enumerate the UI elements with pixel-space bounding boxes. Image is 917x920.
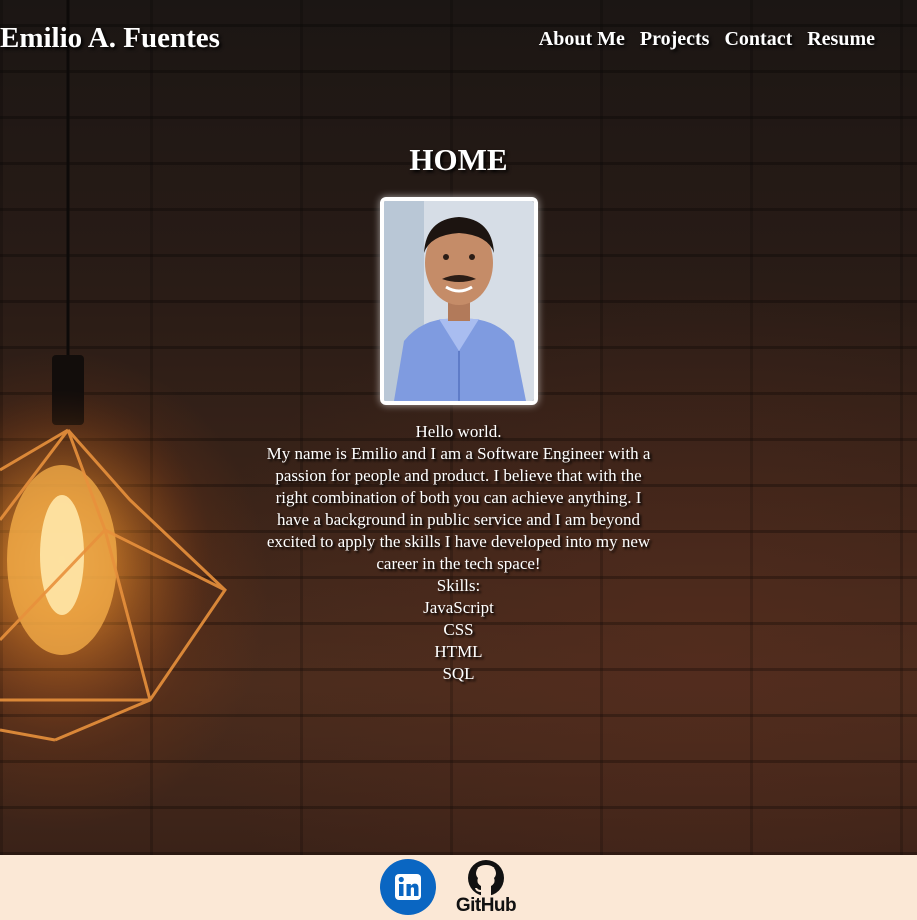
nav-link-resume[interactable]: Resume: [807, 28, 875, 51]
skill-item: SQL: [442, 664, 475, 683]
github-icon: [468, 860, 504, 896]
home-section: HOME Hello world. My name is Emilio and …: [0, 140, 917, 685]
linkedin-link[interactable]: [380, 859, 436, 915]
profile-photo: [379, 197, 538, 405]
main-nav: About Me Projects Contact Resume: [539, 28, 875, 51]
github-label: GitHub: [455, 895, 517, 916]
skills-heading: Skills:: [436, 576, 481, 595]
skill-item: HTML: [434, 642, 483, 661]
skill-item: CSS: [443, 620, 474, 639]
linkedin-icon: [380, 859, 436, 915]
page-title: HOME: [409, 142, 508, 177]
nav-link-projects[interactable]: Projects: [640, 28, 710, 51]
skill-item: JavaScript: [423, 598, 494, 617]
site-header: Emilio A. Fuentes About Me Projects Cont…: [0, 0, 917, 80]
nav-link-contact[interactable]: Contact: [724, 28, 792, 51]
brand-name[interactable]: Emilio A. Fuentes: [0, 22, 220, 55]
nav-link-about-me[interactable]: About Me: [539, 28, 625, 51]
bio-paragraph: My name is Emilio and I am a Software En…: [266, 444, 651, 573]
skills-list: JavaScript CSS HTML SQL: [259, 597, 659, 685]
bio-text: Hello world. My name is Emilio and I am …: [259, 421, 659, 685]
github-link[interactable]: GitHub: [452, 859, 520, 917]
greeting-text: Hello world.: [415, 422, 502, 441]
site-footer: GitHub: [0, 855, 917, 920]
